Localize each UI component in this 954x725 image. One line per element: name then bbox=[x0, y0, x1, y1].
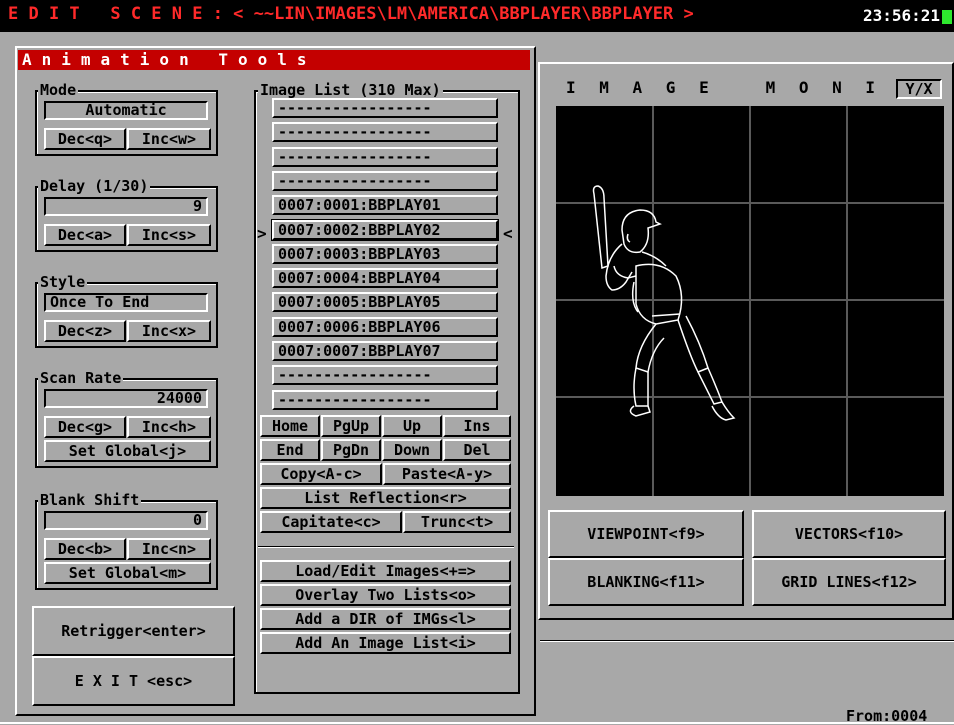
image-list-row[interactable]: 0007:0005:BBPLAY05 bbox=[272, 292, 498, 312]
scan-rate-dec-button[interactable]: Dec<g> bbox=[44, 416, 126, 438]
exit-button[interactable]: E X I T <esc> bbox=[32, 656, 235, 706]
image-list-row[interactable]: 0007:0006:BBPLAY06 bbox=[272, 317, 498, 337]
image-list-row[interactable]: ----------------- bbox=[272, 98, 498, 118]
selected-left-arrow-icon: > bbox=[257, 224, 267, 243]
image-list-row[interactable]: ----------------- bbox=[272, 122, 498, 142]
image-list-row[interactable]: ----------------- bbox=[272, 365, 498, 385]
delay-dec-button[interactable]: Dec<a> bbox=[44, 224, 126, 246]
animation-tools-header: Animation Tools bbox=[18, 50, 530, 70]
viewpoint-button[interactable]: VIEWPOINT<f9> bbox=[548, 510, 744, 558]
image-list-row[interactable]: 0007:0003:BBPLAY03 bbox=[272, 244, 498, 264]
up-button[interactable]: Up bbox=[382, 415, 442, 437]
divider bbox=[258, 546, 514, 548]
mode-inc-button[interactable]: Inc<w> bbox=[127, 128, 211, 150]
style-label: Style bbox=[38, 273, 88, 291]
add-dir-button[interactable]: Add a DIR of IMGs<l> bbox=[260, 608, 511, 630]
delay-inc-button[interactable]: Inc<s> bbox=[127, 224, 211, 246]
blank-shift-dec-button[interactable]: Dec<b> bbox=[44, 538, 126, 560]
load-edit-images-button[interactable]: Load/Edit Images<+=> bbox=[260, 560, 511, 582]
image-list-row-selected[interactable]: 0007:0002:BBPLAY02 bbox=[271, 219, 499, 241]
axis-toggle[interactable]: Y/X bbox=[896, 79, 942, 99]
ins-button[interactable]: Ins bbox=[443, 415, 511, 437]
vectors-button[interactable]: VECTORS<f10> bbox=[752, 510, 946, 558]
image-monitor-display bbox=[556, 106, 944, 496]
mode-value: Automatic bbox=[44, 101, 208, 120]
list-reflection-button[interactable]: List Reflection<r> bbox=[260, 487, 511, 509]
style-dec-button[interactable]: Dec<z> bbox=[44, 320, 126, 342]
pgdn-button[interactable]: PgDn bbox=[321, 439, 381, 461]
home-button[interactable]: Home bbox=[260, 415, 320, 437]
status-area-divider bbox=[540, 640, 954, 642]
scan-rate-inc-button[interactable]: Inc<h> bbox=[127, 416, 211, 438]
pgup-button[interactable]: PgUp bbox=[321, 415, 381, 437]
from-indicator: From:0004 bbox=[846, 707, 928, 725]
image-list-row[interactable]: 0007:0007:BBPLAY07 bbox=[272, 341, 498, 361]
scan-rate-label: Scan Rate bbox=[38, 369, 124, 387]
mode-label: Mode bbox=[38, 81, 79, 99]
blank-shift-inc-button[interactable]: Inc<n> bbox=[127, 538, 211, 560]
image-list-row[interactable]: 0007:0001:BBPLAY01 bbox=[272, 195, 498, 215]
clock: 23:56:21 bbox=[862, 6, 940, 25]
image-list-row[interactable]: ----------------- bbox=[272, 147, 498, 167]
down-button[interactable]: Down bbox=[382, 439, 442, 461]
batter-wireframe-image bbox=[592, 185, 736, 421]
overlay-two-lists-button[interactable]: Overlay Two Lists<o> bbox=[260, 584, 511, 606]
image-list-row[interactable]: 0007:0004:BBPLAY04 bbox=[272, 268, 498, 288]
style-inc-button[interactable]: Inc<x> bbox=[127, 320, 211, 342]
delay-label: Delay (1/30) bbox=[38, 177, 151, 195]
bottom-edge-line bbox=[0, 722, 954, 724]
copy-button[interactable]: Copy<A-c> bbox=[260, 463, 382, 485]
image-list-label: Image List (310 Max) bbox=[258, 81, 443, 99]
trunc-button[interactable]: Trunc<t> bbox=[403, 511, 511, 533]
grid-lines-button[interactable]: GRID LINES<f12> bbox=[752, 558, 946, 606]
blank-shift-label: Blank Shift bbox=[38, 491, 142, 509]
end-button[interactable]: End bbox=[260, 439, 320, 461]
cursor-indicator bbox=[942, 10, 952, 24]
scan-rate-set-global-button[interactable]: Set Global<j> bbox=[44, 440, 211, 462]
del-button[interactable]: Del bbox=[443, 439, 511, 461]
image-list-row[interactable]: ----------------- bbox=[272, 171, 498, 191]
image-list-row[interactable]: ----------------- bbox=[272, 390, 498, 410]
capitate-button[interactable]: Capitate<c> bbox=[260, 511, 402, 533]
window-title: E D I T S C E N E : < ~~LIN\IMAGES\LM\AM… bbox=[8, 4, 694, 24]
mode-dec-button[interactable]: Dec<q> bbox=[44, 128, 126, 150]
add-image-list-button[interactable]: Add An Image List<i> bbox=[260, 632, 511, 654]
retrigger-button[interactable]: Retrigger<enter> bbox=[32, 606, 235, 656]
blanking-button[interactable]: BLANKING<f11> bbox=[548, 558, 744, 606]
delay-value: 9 bbox=[44, 197, 208, 216]
blank-shift-value: 0 bbox=[44, 511, 208, 530]
style-value: Once To End bbox=[44, 293, 208, 312]
scan-rate-value: 24000 bbox=[44, 389, 208, 408]
paste-button[interactable]: Paste<A-y> bbox=[383, 463, 511, 485]
selected-right-arrow-icon: < bbox=[503, 224, 513, 243]
blank-shift-set-global-button[interactable]: Set Global<m> bbox=[44, 562, 211, 584]
